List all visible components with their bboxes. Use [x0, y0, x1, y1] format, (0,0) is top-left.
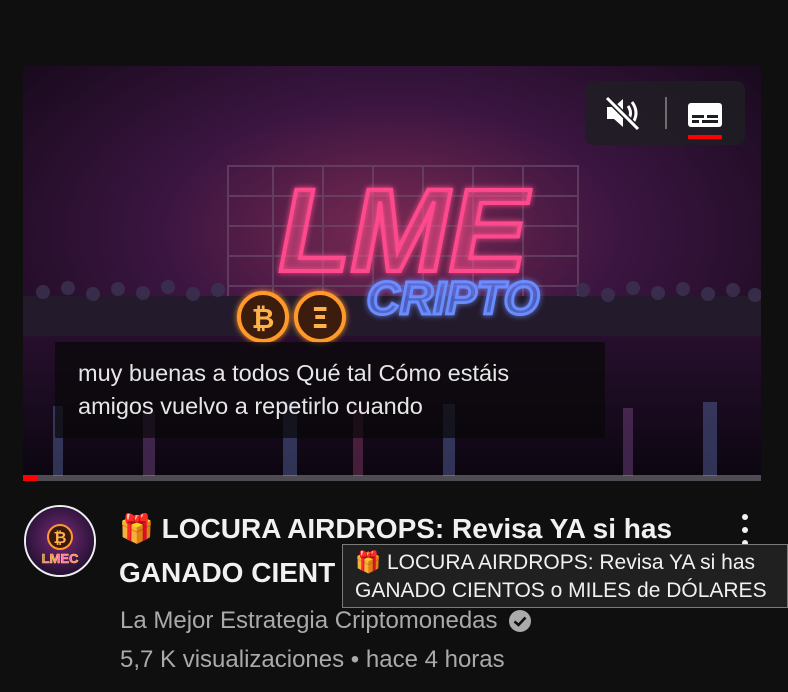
mute-button[interactable] — [603, 95, 643, 132]
caption-line-2: amigos vuelvo a repetirlo cuando — [78, 393, 423, 419]
avatar-coin: ₿ — [53, 528, 66, 547]
video-player[interactable]: LME CRIPTO ₿ Ξ muy buenas a todos Qué ta… — [23, 66, 761, 481]
upload-time: hace 4 horas — [365, 646, 505, 673]
controls-divider — [665, 97, 667, 129]
bitcoin-coin: ₿ — [252, 302, 275, 335]
player-top-controls — [585, 81, 745, 145]
ethereum-coin: Ξ — [311, 302, 329, 335]
view-count: 5,7 K visualizaciones — [120, 646, 345, 673]
volume-muted-icon — [604, 95, 641, 132]
tooltip-line-1: 🎁 LOCURA AIRDROPS: Revisa YA si has — [355, 551, 756, 574]
caption-window: muy buenas a todos Qué tal Cómo estáis a… — [55, 342, 605, 438]
subtitles-active-indicator — [688, 135, 722, 139]
progress-bar[interactable] — [23, 475, 761, 481]
progress-played — [23, 475, 38, 481]
avatar-text: LMEC — [42, 551, 79, 566]
meta-separator: • — [350, 646, 360, 673]
caption-line-1: muy buenas a todos Qué tal Cómo estáis — [78, 360, 510, 386]
channel-name[interactable]: La Mejor Estrategia Criptomonedas — [120, 607, 498, 635]
channel-logo: ₿ LMEC — [26, 507, 94, 575]
tooltip-line-2: GANADO CIENTOS o MILES de DÓLARES — [355, 579, 767, 602]
subtitles-icon — [688, 103, 722, 127]
channel-avatar[interactable]: ₿ LMEC — [24, 505, 96, 577]
tooltip-gift-emoji: 🎁 — [355, 551, 382, 574]
gift-emoji: 🎁 — [119, 513, 154, 544]
thumbnail-subtitle: CRIPTO — [367, 272, 540, 324]
verified-check-icon — [508, 610, 531, 632]
subtitles-button[interactable] — [685, 95, 725, 135]
more-vertical-icon[interactable] — [732, 512, 758, 548]
channel-row: La Mejor Estrategia Criptomonedas — [120, 606, 532, 636]
video-metadata: 5,7 K visualizaciones • hace 4 horas — [120, 646, 505, 674]
title-tooltip: 🎁 LOCURA AIRDROPS: Revisa YA si has GANA… — [342, 544, 788, 608]
